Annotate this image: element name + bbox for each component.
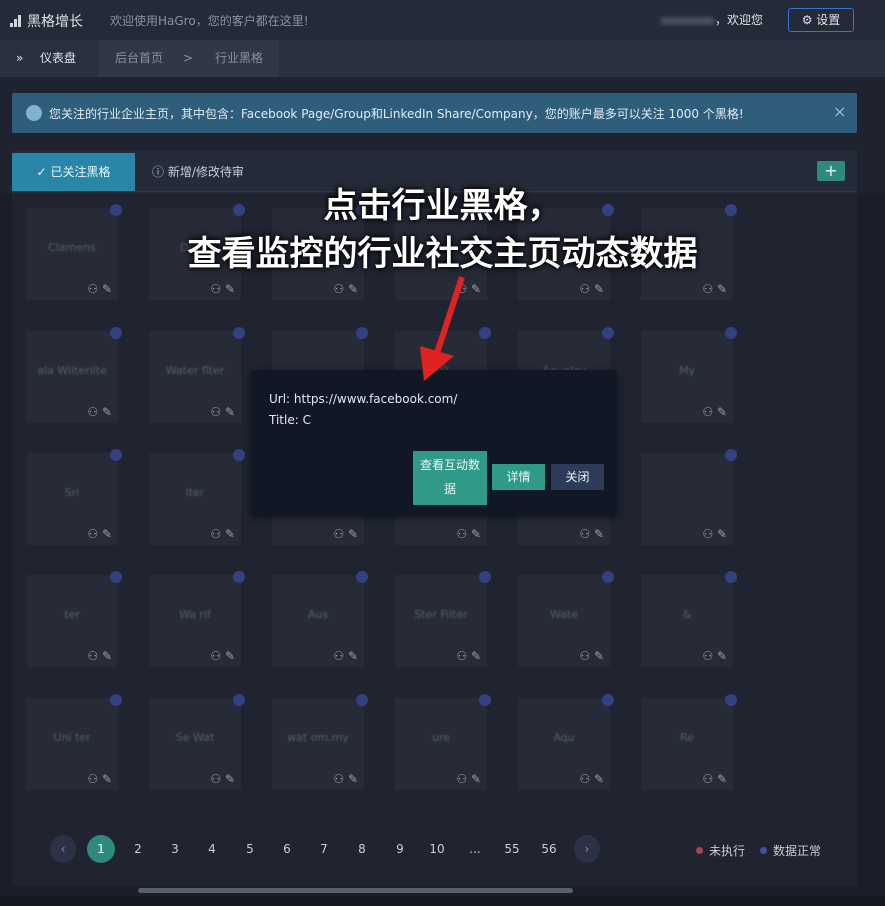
pagination: ‹ 1 2 3 4 5 6 7 8 9 10... 55 56 › xyxy=(0,835,885,863)
page-button[interactable]: 8 xyxy=(349,835,375,863)
page-button[interactable]: 55 xyxy=(499,835,525,863)
page-button[interactable]: 2 xyxy=(125,835,151,863)
legend-normal: 数据正常 xyxy=(760,842,821,859)
page-button[interactable]: 3 xyxy=(162,835,188,863)
legend-not-executed: 未执行 xyxy=(696,842,745,859)
next-page-button[interactable]: › xyxy=(574,835,600,863)
page-button[interactable]: 1 xyxy=(87,835,115,863)
window-bottom-edge xyxy=(0,896,885,906)
page-button[interactable]: 5 xyxy=(237,835,263,863)
page-button[interactable]: 7 xyxy=(311,835,337,863)
page-button[interactable]: 9 xyxy=(387,835,413,863)
page-button[interactable]: 4 xyxy=(199,835,225,863)
page-button[interactable]: 10 xyxy=(424,835,450,863)
horizontal-scrollbar[interactable] xyxy=(138,888,573,893)
page-button[interactable]: 56 xyxy=(536,835,562,863)
page-button[interactable]: 6 xyxy=(274,835,300,863)
annotation-arrow xyxy=(420,276,465,381)
page-button: ... xyxy=(469,842,481,856)
prev-page-button[interactable]: ‹ xyxy=(50,835,76,863)
